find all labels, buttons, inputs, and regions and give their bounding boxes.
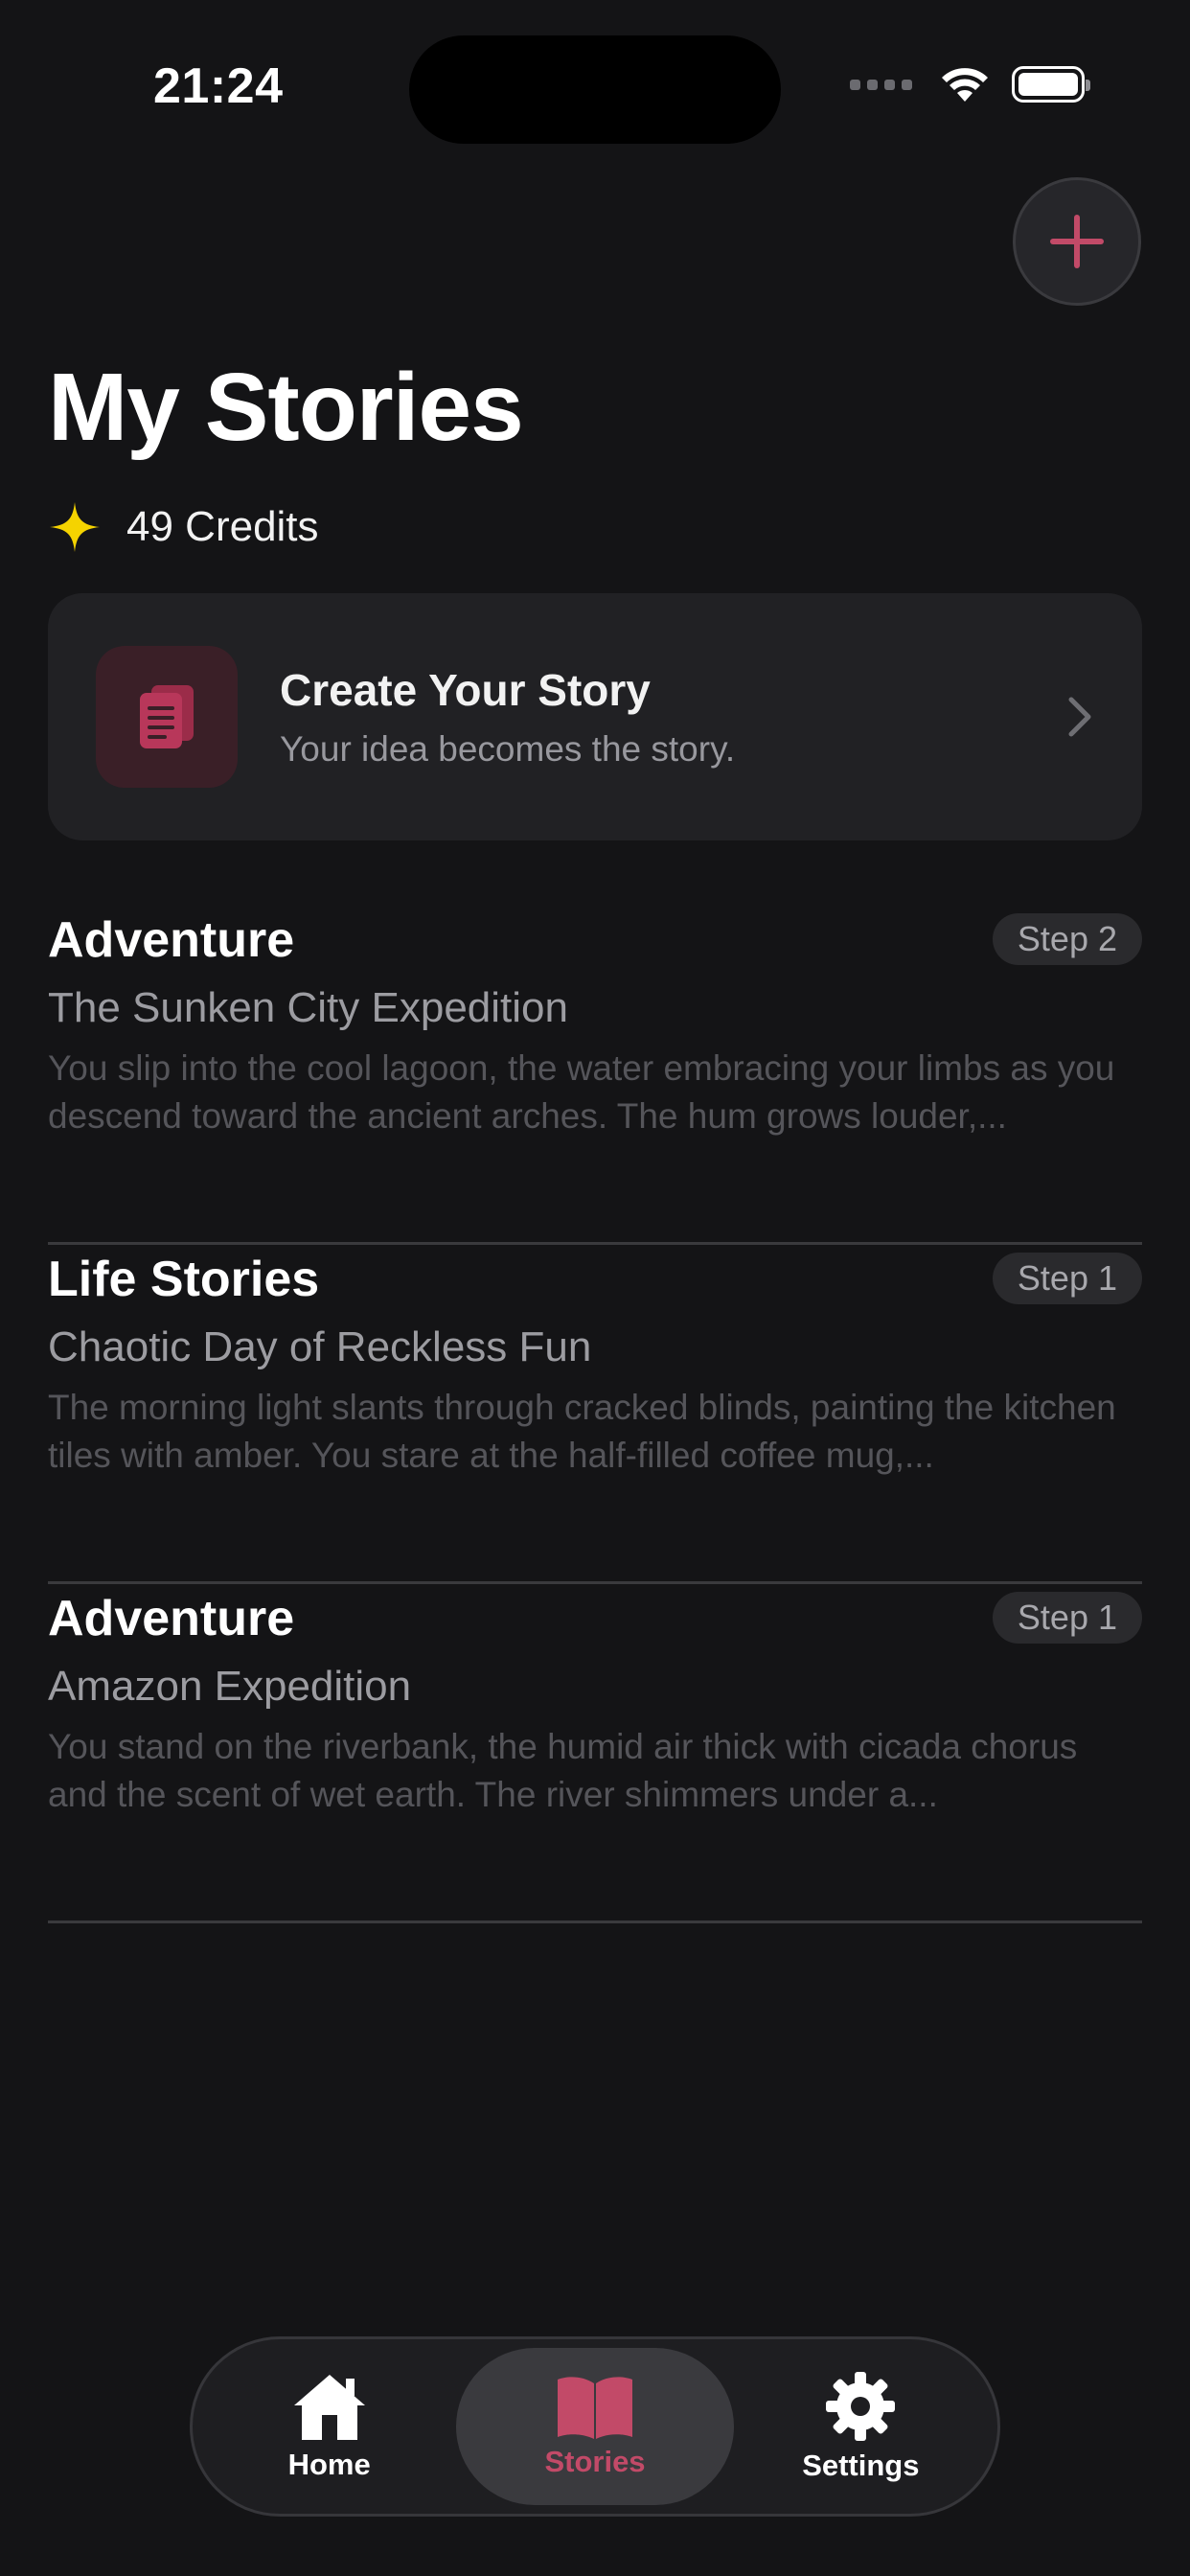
tab-label: Settings <box>802 2449 920 2482</box>
tab-settings[interactable]: Settings <box>734 2348 988 2505</box>
add-story-button[interactable] <box>1013 177 1141 306</box>
story-title: Amazon Expedition <box>48 1663 412 1710</box>
story-item[interactable]: Life Stories Step 1 Chaotic Day of Reckl… <box>48 1245 1142 1584</box>
story-item[interactable]: Adventure Step 1 Amazon Expedition You s… <box>48 1584 1142 1923</box>
story-genre: Adventure <box>48 1591 295 1646</box>
story-genre: Adventure <box>48 912 295 968</box>
story-title: The Sunken City Expedition <box>48 984 568 1031</box>
create-story-card[interactable]: Create Your Story Your idea becomes the … <box>48 593 1142 840</box>
tab-stories[interactable]: Stories <box>456 2348 734 2505</box>
tab-label: Home <box>287 2448 371 2481</box>
tab-label: Stories <box>544 2445 646 2478</box>
chevron-right-icon <box>1068 697 1091 737</box>
story-list: Adventure Step 2 The Sunken City Expedit… <box>48 906 1142 1923</box>
status-time: 21:24 <box>153 58 284 114</box>
create-icon-container <box>96 646 238 788</box>
story-item[interactable]: Adventure Step 2 The Sunken City Expedit… <box>48 906 1142 1245</box>
credits-row: 49 Credits <box>48 500 319 554</box>
step-badge: Step 2 <box>992 913 1142 965</box>
create-subtitle: Your idea becomes the story. <box>280 729 736 769</box>
create-text: Create Your Story Your idea becomes the … <box>280 664 1067 770</box>
story-excerpt: You stand on the riverbank, the humid ai… <box>48 1727 1078 1814</box>
tab-bar: Home Stories Settings <box>190 2336 1000 2517</box>
battery-icon <box>1012 66 1090 103</box>
dynamic-island <box>409 35 781 144</box>
stories-screen: 21:24 My Stories 49 Credits Create Your … <box>0 0 1190 2576</box>
book-icon <box>558 2377 632 2439</box>
story-excerpt: The morning light slants through cracked… <box>48 1388 1116 1475</box>
gear-icon <box>826 2372 896 2441</box>
credits-count: 49 Credits <box>126 503 319 550</box>
document-icon <box>140 685 194 748</box>
step-badge: Step 1 <box>992 1253 1142 1304</box>
story-excerpt: You slip into the cool lagoon, the water… <box>48 1048 1115 1136</box>
wifi-icon <box>942 68 988 102</box>
signal-dots-icon <box>850 79 912 90</box>
house-icon <box>293 2375 365 2440</box>
story-genre: Life Stories <box>48 1252 320 1307</box>
tab-home[interactable]: Home <box>202 2348 456 2505</box>
sparkle-icon <box>50 502 100 552</box>
create-title: Create Your Story <box>280 665 651 715</box>
plus-icon <box>1050 215 1104 268</box>
story-title: Chaotic Day of Reckless Fun <box>48 1323 592 1370</box>
status-indicators <box>850 65 1090 104</box>
page-title: My Stories <box>48 354 524 461</box>
step-badge: Step 1 <box>992 1592 1142 1644</box>
